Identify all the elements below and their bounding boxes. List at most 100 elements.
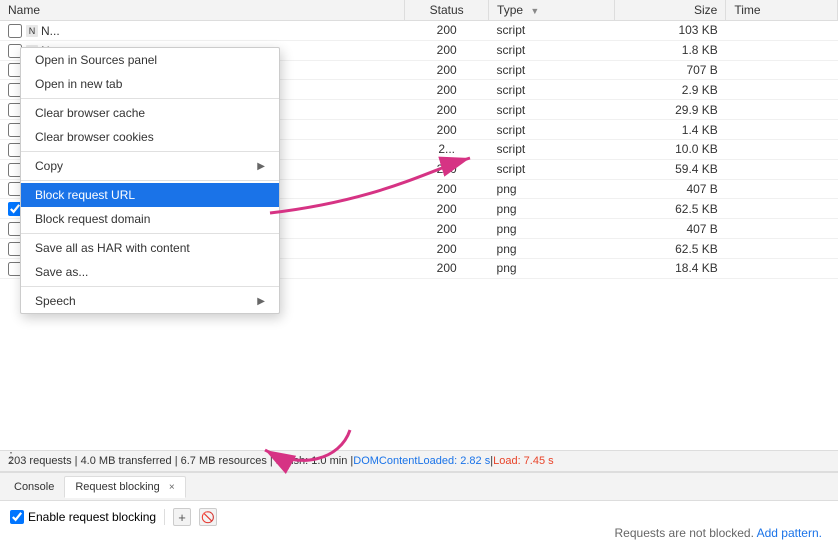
menu-item-label: Clear browser cookies: [35, 130, 154, 144]
time-cell: [726, 60, 838, 80]
menu-item-label: Open in new tab: [35, 77, 122, 91]
type-cell: script: [489, 159, 615, 179]
status-bar: 203 requests | 4.0 MB transferred | 6.7 …: [0, 450, 838, 472]
size-cell: 407 B: [614, 219, 726, 239]
file-icon: N: [26, 25, 38, 37]
size-cell: 707 B: [614, 60, 726, 80]
add-pattern-link[interactable]: Add pattern.: [757, 526, 822, 540]
clear-patterns-button[interactable]: 🚫: [199, 508, 217, 526]
time-cell: [726, 120, 838, 140]
type-cell: png: [489, 258, 615, 278]
type-cell: script: [489, 139, 615, 159]
status-cell: 200: [405, 120, 489, 140]
type-cell: script: [489, 80, 615, 100]
status-cell: 200: [405, 258, 489, 278]
context-menu: Open in Sources panel Open in new tab Clea…: [20, 47, 280, 314]
type-cell: png: [489, 179, 615, 199]
sort-arrow-icon: ▼: [530, 6, 539, 16]
type-cell: script: [489, 21, 615, 41]
size-cell: 59.4 KB: [614, 159, 726, 179]
menu-separator: [21, 180, 279, 181]
menu-item-speech[interactable]: Speech ▶: [21, 289, 279, 313]
time-cell: [726, 219, 838, 239]
size-cell: 407 B: [614, 179, 726, 199]
devtools-menu-icon[interactable]: ⋮: [4, 449, 18, 466]
type-cell: script: [489, 120, 615, 140]
col-header-status[interactable]: Status: [405, 0, 489, 21]
load-text: Load: 7.45 s: [493, 455, 554, 467]
time-cell: [726, 258, 838, 278]
status-cell: 200: [405, 80, 489, 100]
tab-request-blocking[interactable]: Request blocking ×: [64, 476, 185, 498]
dom-content-loaded-link[interactable]: DOMContentLoaded: 2.82 s: [353, 455, 490, 467]
submenu-arrow-icon: ▶: [257, 161, 265, 172]
menu-item-label: Speech: [35, 294, 76, 308]
status-cell: 200: [405, 219, 489, 239]
time-cell: [726, 179, 838, 199]
status-cell: 200: [405, 159, 489, 179]
enable-checkbox[interactable]: [10, 510, 24, 524]
menu-item-open-in-new-tab[interactable]: Open in new tab: [21, 72, 279, 96]
enable-request-blocking-toggle[interactable]: Enable request blocking: [10, 510, 156, 524]
status-cell: 200: [405, 199, 489, 219]
menu-item-clear-browser-cache[interactable]: Clear browser cache: [21, 101, 279, 125]
enable-label: Enable request blocking: [28, 510, 156, 524]
menu-separator: [21, 233, 279, 234]
time-cell: [726, 100, 838, 120]
menu-item-clear-browser-cookies[interactable]: Clear browser cookies: [21, 125, 279, 149]
bottom-tabs: Console Request blocking ×: [0, 473, 838, 501]
time-cell: [726, 199, 838, 219]
submenu-arrow-icon: ▶: [257, 296, 265, 307]
menu-item-open-in-sources-panel[interactable]: Open in Sources panel: [21, 48, 279, 72]
size-cell: 103 KB: [614, 21, 726, 41]
tab-console[interactable]: Console: [4, 477, 64, 497]
col-header-size[interactable]: Size: [614, 0, 726, 21]
menu-item-label: Block request domain: [35, 212, 150, 226]
type-cell: png: [489, 239, 615, 259]
menu-item-copy[interactable]: Copy ▶: [21, 154, 279, 178]
add-pattern-button[interactable]: +: [173, 508, 191, 526]
row-checkbox[interactable]: [8, 24, 22, 38]
size-cell: 62.5 KB: [614, 239, 726, 259]
time-cell: [726, 239, 838, 259]
not-blocked-message: Requests are not blocked. Add pattern.: [615, 526, 822, 540]
not-blocked-text: Requests are not blocked.: [615, 526, 757, 540]
bottom-panel: Console Request blocking × Enable reques…: [0, 472, 838, 554]
time-cell: [726, 40, 838, 60]
status-cell: 200: [405, 100, 489, 120]
menu-item-block-request-url[interactable]: Block request URL: [21, 183, 279, 207]
type-cell: png: [489, 199, 615, 219]
status-text: 203 requests | 4.0 MB transferred | 6.7 …: [8, 455, 353, 467]
type-cell: script: [489, 60, 615, 80]
col-header-time[interactable]: Time: [726, 0, 838, 21]
menu-item-label: Save all as HAR with content: [35, 241, 190, 255]
status-cell: 200: [405, 60, 489, 80]
menu-item-block-request-domain[interactable]: Block request domain: [21, 207, 279, 231]
status-cell: 200: [405, 21, 489, 41]
type-cell: script: [489, 40, 615, 60]
menu-item-label: Save as...: [35, 265, 88, 279]
menu-item-save-all-as-har-with-content[interactable]: Save all as HAR with content: [21, 236, 279, 260]
col-header-type[interactable]: Type ▼: [489, 0, 615, 21]
menu-item-label: Copy: [35, 159, 63, 173]
size-cell: 18.4 KB: [614, 258, 726, 278]
size-cell: 29.9 KB: [614, 100, 726, 120]
menu-separator: [21, 286, 279, 287]
status-cell: 200: [405, 40, 489, 60]
size-cell: 62.5 KB: [614, 199, 726, 219]
size-cell: 1.8 KB: [614, 40, 726, 60]
menu-separator: [21, 151, 279, 152]
menu-separator: [21, 98, 279, 99]
col-header-name[interactable]: Name: [0, 0, 405, 21]
toolbar-separator: [164, 509, 165, 525]
size-cell: 1.4 KB: [614, 120, 726, 140]
time-cell: [726, 21, 838, 41]
time-cell: [726, 159, 838, 179]
time-cell: [726, 139, 838, 159]
tab-close-icon[interactable]: ×: [169, 482, 175, 493]
menu-item-label: Open in Sources panel: [35, 53, 157, 67]
menu-item-label: Clear browser cache: [35, 106, 145, 120]
table-row[interactable]: NN...200script103 KB: [0, 21, 838, 41]
menu-item-save-as...[interactable]: Save as...: [21, 260, 279, 284]
type-cell: png: [489, 219, 615, 239]
